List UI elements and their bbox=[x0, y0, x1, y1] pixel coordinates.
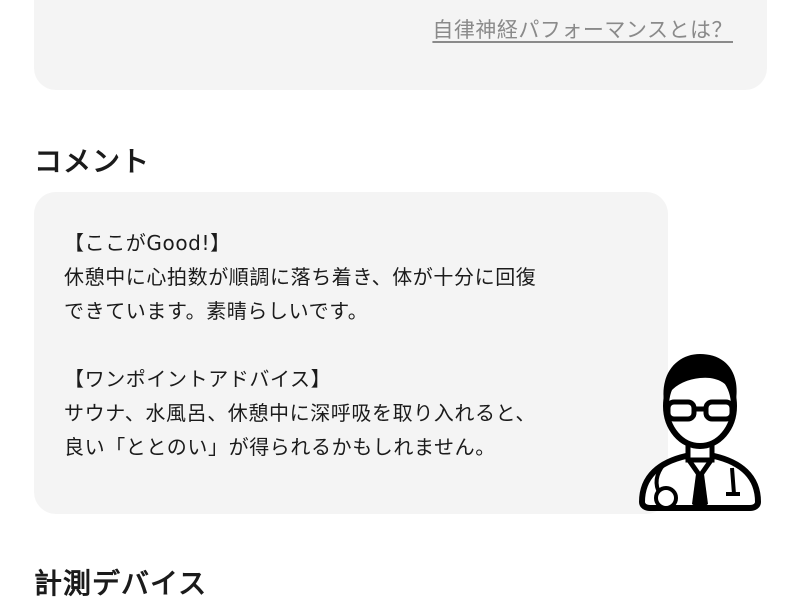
device-section-title: 計測デバイス bbox=[34, 567, 208, 600]
comment-text: 【ここがGood!】 休憩中に心拍数が順調に落ち着き、体が十分に回復 できていま… bbox=[64, 226, 624, 464]
comment-advice-line-1: サウナ、水風呂、休憩中に深呼吸を取り入れると、 bbox=[64, 401, 536, 425]
comment-section-title: コメント bbox=[34, 145, 151, 178]
comment-advice-line-2: 良い「ととのい」が得られるかもしれません。 bbox=[64, 435, 496, 459]
comment-good-line-1: 休憩中に心拍数が順調に落ち着き、体が十分に回復 bbox=[64, 265, 537, 289]
comment-good-line-2: できています。素晴らしいです。 bbox=[64, 299, 369, 323]
comment-advice-heading: 【ワンポイントアドバイス】 bbox=[64, 367, 332, 391]
page: 自律神経パフォーマンスとは？ コメント 【ここがGood!】 休憩中に心拍数が順… bbox=[0, 0, 800, 600]
comment-card: 【ここがGood!】 休憩中に心拍数が順調に落ち着き、体が十分に回復 できていま… bbox=[34, 192, 668, 514]
info-card: 自律神経パフォーマンスとは？ bbox=[34, 0, 767, 90]
autonomic-performance-link[interactable]: 自律神経パフォーマンスとは？ bbox=[432, 14, 733, 44]
doctor-avatar-icon bbox=[639, 354, 761, 511]
comment-good-heading: 【ここがGood!】 bbox=[64, 231, 231, 255]
